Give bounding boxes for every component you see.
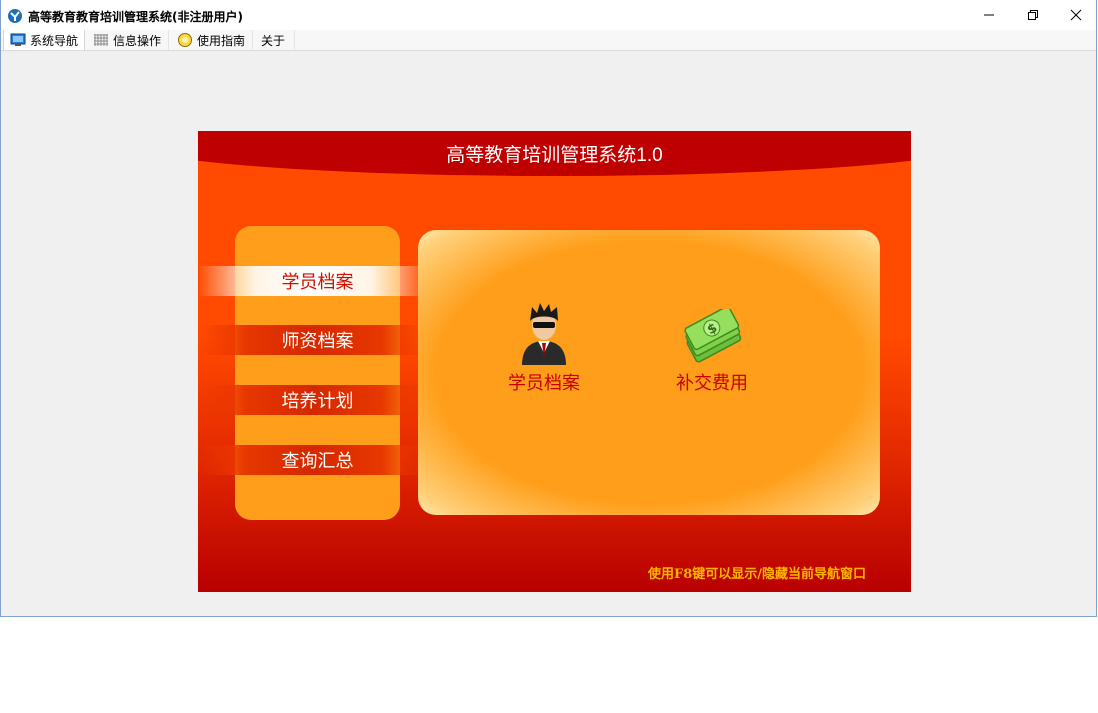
menu-item-label: 使用指南 [197,33,246,48]
main-window: 高等教育教育培训管理系统(非注册用户) 系统导航 信息操作 使用指南 关于 高等… [0,0,1097,617]
shortcut-student-archive[interactable]: 学员档案 [508,301,580,395]
toggle-hint-text: 使用F8键可以显示/隐藏当前导航窗口 [647,567,866,582]
minimize-button[interactable] [967,0,1011,30]
nav-item-label: 师资档案 [281,331,354,351]
shortcut-supplementary-fees[interactable]: $ 补交费用 [676,306,748,395]
shortcut-area [418,230,880,515]
nav-item-student-archive[interactable]: 学员档案 [235,266,400,296]
nav-item-label: 培养计划 [281,391,354,411]
navigation-panel: 高等教育培训管理系统1.0 学员档案 师资档案 培养计划 查询汇总 学员档案 $… [198,131,911,592]
app-logo-icon [7,8,23,24]
help-icon [177,33,193,47]
title-bar[interactable]: 高等教育教育培训管理系统(非注册用户) [1,0,1096,30]
grid-icon [93,33,109,47]
menu-item-label: 信息操作 [113,33,162,48]
minimize-icon [984,14,994,16]
menu-item-about[interactable]: 关于 [255,30,295,50]
close-button[interactable] [1054,0,1096,30]
menu-item-user-guide[interactable]: 使用指南 [171,30,253,50]
restore-button[interactable] [1011,0,1055,30]
menu-item-label: 系统导航 [30,33,79,48]
window-title: 高等教育教育培训管理系统(非注册用户) [28,10,243,24]
shortcut-label: 补交费用 [676,373,748,393]
nav-item-teacher-archive[interactable]: 师资档案 [235,325,400,355]
panel-title: 高等教育培训管理系统1.0 [446,145,663,166]
nav-item-label: 查询汇总 [281,451,354,471]
shortcut-label: 学员档案 [508,373,580,393]
menu-item-system-nav[interactable]: 系统导航 [3,30,85,50]
money-icon: $ [681,306,743,369]
nav-item-query-summary[interactable]: 查询汇总 [235,445,400,475]
menu-item-label: 关于 [261,33,286,48]
menu-bar: 系统导航 信息操作 使用指南 关于 [1,30,1096,51]
restore-icon [1028,10,1038,20]
monitor-icon [10,33,26,47]
close-icon [1070,9,1082,21]
nav-item-training-plan[interactable]: 培养计划 [235,385,400,415]
menu-item-info-ops[interactable]: 信息操作 [87,30,169,50]
nav-item-label: 学员档案 [281,272,354,292]
student-avatar-icon [518,301,570,369]
